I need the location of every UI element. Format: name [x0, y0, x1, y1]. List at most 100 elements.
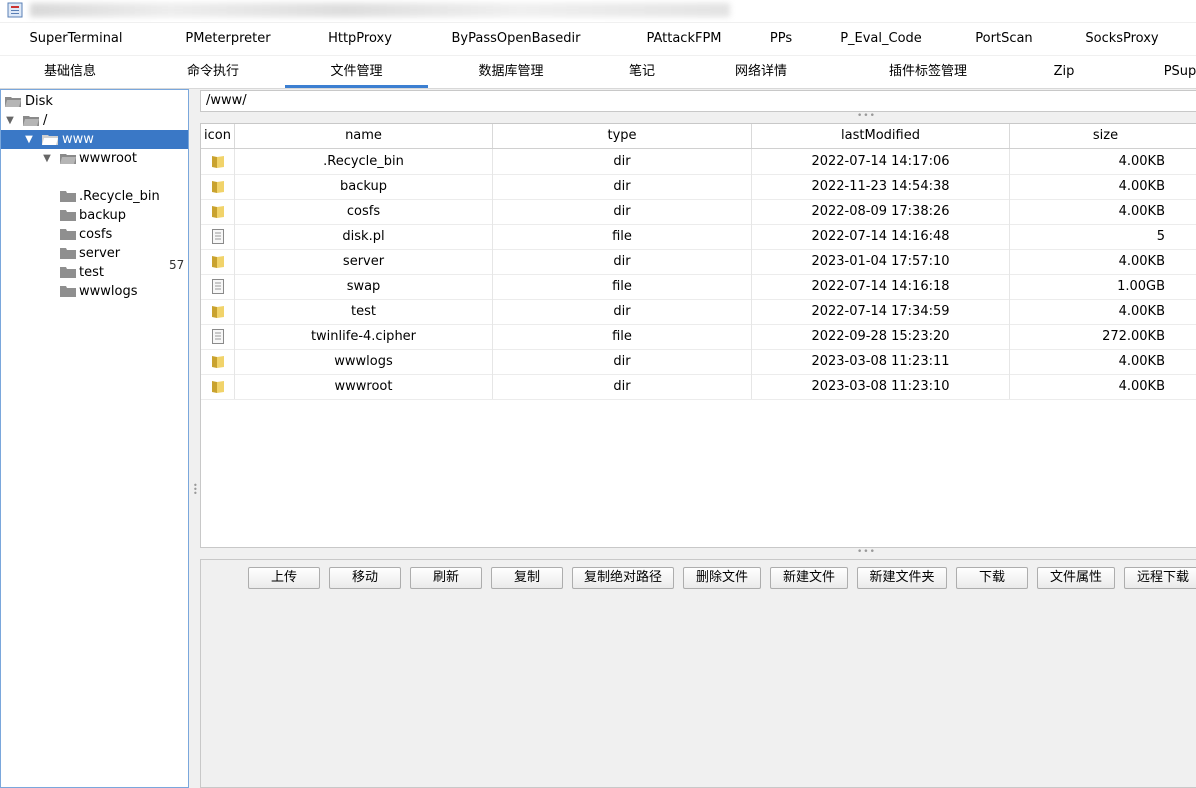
- column-header-icon[interactable]: icon: [201, 124, 235, 148]
- path-input[interactable]: /www/: [200, 90, 1196, 112]
- splitter-grip-icon[interactable]: •••: [857, 111, 876, 121]
- file-name: twinlife-4.cipher: [235, 324, 493, 349]
- vertical-splitter[interactable]: • • •: [190, 89, 199, 788]
- directory-tree: Disk ▼ / ▼ www ▼ wwwroot 57 .Recycle_bin…: [0, 89, 189, 788]
- download-button[interactable]: 下载: [956, 567, 1028, 589]
- file-type: dir: [493, 349, 752, 374]
- copy-absolute-path-button[interactable]: 复制绝对路径: [572, 567, 674, 589]
- table-header: icon name type lastModified size: [201, 124, 1196, 149]
- folder-icon: [212, 356, 224, 368]
- column-header-lastmodified[interactable]: lastModified: [752, 124, 1010, 148]
- file-size: 1.00GB: [1117, 279, 1165, 294]
- file-size: 4.00KB: [1118, 379, 1165, 394]
- file-last-modified: 2023-03-08 11:23:11: [752, 349, 1010, 374]
- file-name: disk.pl: [235, 224, 493, 249]
- tab-plugin-label-manager[interactable]: 插件标签管理: [870, 56, 986, 88]
- file-type: dir: [493, 299, 752, 324]
- folder-icon: [212, 181, 224, 193]
- folder-open-icon: [23, 116, 39, 126]
- tab-p-eval-code[interactable]: P_Eval_Code: [830, 23, 932, 55]
- splitter-grip-icon: • • •: [193, 481, 198, 498]
- tab-pmeterpreter[interactable]: PMeterpreter: [172, 23, 284, 55]
- folder-open-icon: [5, 97, 21, 107]
- title-bar: [0, 0, 1196, 22]
- main-tab-bar: 基础信息 命令执行 文件管理 数据库管理 笔记 网络详情 插件标签管理 Zip …: [0, 56, 1196, 89]
- folder-open-icon: [42, 135, 58, 145]
- move-button[interactable]: 移动: [329, 567, 401, 589]
- table-row[interactable]: disk.pl file 2022-07-14 14:16:48 5: [201, 224, 1196, 250]
- delete-file-button[interactable]: 删除文件: [683, 567, 761, 589]
- tab-basic-info[interactable]: 基础信息: [20, 56, 120, 88]
- file-last-modified: 2022-07-14 14:16:18: [752, 274, 1010, 299]
- tab-psup[interactable]: PSup: [1150, 56, 1196, 88]
- redacted-node-suffix: 57: [169, 258, 185, 272]
- column-header-size[interactable]: size: [1010, 124, 1196, 148]
- upload-button[interactable]: 上传: [248, 567, 320, 589]
- file-size: 4.00KB: [1118, 154, 1165, 169]
- tree-node-www[interactable]: ▼ www: [1, 130, 188, 149]
- file-icon: [212, 229, 224, 244]
- new-file-button[interactable]: 新建文件: [770, 567, 848, 589]
- expand-arrow-icon[interactable]: ▼: [4, 111, 16, 130]
- tab-httpproxy[interactable]: HttpProxy: [308, 23, 412, 55]
- action-button-panel: 上传 移动 刷新 复制 复制绝对路径 删除文件 新建文件 新建文件夹 下载 文件…: [200, 559, 1196, 788]
- refresh-button[interactable]: 刷新: [410, 567, 482, 589]
- file-type: dir: [493, 149, 752, 174]
- expand-arrow-icon[interactable]: ▼: [41, 149, 53, 168]
- file-icon: [212, 279, 224, 294]
- tab-socksproxy[interactable]: SocksProxy: [1070, 23, 1174, 55]
- tab-pattackfpm[interactable]: PAttackFPM: [632, 23, 736, 55]
- splitter-grip-icon[interactable]: •••: [857, 547, 876, 557]
- file-table: icon name type lastModified size .Recycl…: [200, 123, 1196, 548]
- table-row[interactable]: wwwlogs dir 2023-03-08 11:23:11 4.00KB: [201, 349, 1196, 375]
- column-header-type[interactable]: type: [493, 124, 752, 148]
- tab-zip[interactable]: Zip: [1040, 56, 1088, 88]
- file-name: test: [235, 299, 493, 324]
- file-last-modified: 2022-07-14 17:34:59: [752, 299, 1010, 324]
- tab-superterminal[interactable]: SuperTerminal: [20, 23, 132, 55]
- new-folder-button[interactable]: 新建文件夹: [857, 567, 947, 589]
- window-title-redacted: [30, 3, 730, 17]
- file-type: file: [493, 324, 752, 349]
- file-type: file: [493, 274, 752, 299]
- tab-database-manager[interactable]: 数据库管理: [460, 56, 562, 88]
- remote-download-button[interactable]: 远程下载: [1124, 567, 1196, 589]
- table-row[interactable]: .Recycle_bin dir 2022-07-14 14:17:06 4.0…: [201, 149, 1196, 175]
- folder-icon: [60, 267, 76, 278]
- file-name: .Recycle_bin: [235, 149, 493, 174]
- table-row[interactable]: cosfs dir 2022-08-09 17:38:26 4.00KB: [201, 199, 1196, 225]
- table-row[interactable]: swap file 2022-07-14 14:16:18 1.00GB: [201, 274, 1196, 300]
- file-last-modified: 2022-08-09 17:38:26: [752, 199, 1010, 224]
- file-size: 272.00KB: [1102, 329, 1165, 344]
- tab-command-exec[interactable]: 命令执行: [163, 56, 263, 88]
- file-size: 4.00KB: [1118, 179, 1165, 194]
- file-last-modified: 2023-01-04 17:57:10: [752, 249, 1010, 274]
- folder-icon: [212, 256, 224, 268]
- tab-bypassopenbasedir[interactable]: ByPassOpenBasedir: [440, 23, 592, 55]
- column-header-name[interactable]: name: [235, 124, 493, 148]
- file-last-modified: 2022-07-14 14:16:48: [752, 224, 1010, 249]
- file-properties-button[interactable]: 文件属性: [1037, 567, 1115, 589]
- tab-portscan[interactable]: PortScan: [960, 23, 1048, 55]
- expand-arrow-icon[interactable]: ▼: [23, 130, 35, 149]
- file-size: 4.00KB: [1118, 204, 1165, 219]
- table-row[interactable]: twinlife-4.cipher file 2022-09-28 15:23:…: [201, 324, 1196, 350]
- copy-button[interactable]: 复制: [491, 567, 563, 589]
- folder-icon: [60, 248, 76, 259]
- file-type: dir: [493, 374, 752, 399]
- table-row[interactable]: server dir 2023-01-04 17:57:10 4.00KB: [201, 249, 1196, 275]
- file-last-modified: 2023-03-08 11:23:10: [752, 374, 1010, 399]
- tab-file-manager[interactable]: 文件管理: [285, 56, 428, 88]
- table-row[interactable]: test dir 2022-07-14 17:34:59 4.00KB: [201, 299, 1196, 325]
- table-row[interactable]: wwwroot dir 2023-03-08 11:23:10 4.00KB: [201, 374, 1196, 400]
- file-type: dir: [493, 249, 752, 274]
- tab-notes[interactable]: 笔记: [612, 56, 672, 88]
- folder-icon: [212, 381, 224, 393]
- table-row[interactable]: backup dir 2022-11-23 14:54:38 4.00KB: [201, 174, 1196, 200]
- tab-pps[interactable]: PPs: [756, 23, 806, 55]
- folder-open-icon: [60, 154, 76, 164]
- file-name: wwwlogs: [235, 349, 493, 374]
- folder-icon: [212, 156, 224, 168]
- tab-network-details[interactable]: 网络详情: [720, 56, 802, 88]
- file-type: dir: [493, 174, 752, 199]
